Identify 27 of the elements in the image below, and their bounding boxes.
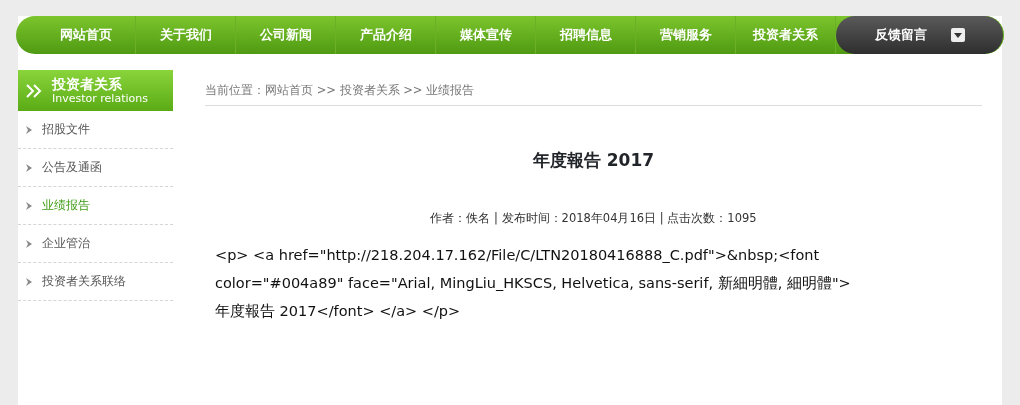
- sidebar-item[interactable]: 投资者关系联络: [18, 263, 173, 301]
- article-body: <p> <a href="http://218.204.17.162/File/C/LTN20180416888_C.pdf">&nbsp;<font color="#004a89" face="Arial, MingLiu_HKSCS, Helvetica, sans-serif, 新細明體, 細明體">年度報告 2017</font> </a> </p>: [215, 246, 852, 321]
- nav-link[interactable]: 网站首页: [36, 16, 136, 54]
- nav-link[interactable]: 招聘信息: [536, 16, 636, 54]
- double-chevron-icon: [26, 83, 42, 98]
- chevron-icon: [26, 277, 32, 286]
- sidebar-subtitle: Investor relations: [52, 92, 148, 105]
- nav-link[interactable]: 产品介绍: [336, 16, 436, 54]
- nav-link[interactable]: 投资者关系: [736, 16, 836, 54]
- article-title: 年度報告 2017: [531, 149, 656, 173]
- chevron-icon: [26, 201, 32, 210]
- sidebar-item[interactable]: 公告及通函: [18, 149, 173, 187]
- breadcrumb: 当前位置：网站首页 >> 投资者关系 >> 业绩报告: [205, 70, 982, 107]
- sidebar-title: 投资者关系: [52, 76, 123, 92]
- nav-link[interactable]: 媒体宣传: [436, 16, 536, 54]
- dropdown-icon: [950, 28, 965, 42]
- nav-link[interactable]: 公司新闻: [236, 16, 336, 54]
- nav-link[interactable]: 关于我们: [136, 16, 236, 54]
- nav-dropdown[interactable]: 反馈留言: [836, 16, 1004, 54]
- chevron-icon: [26, 163, 32, 172]
- sidebar-item[interactable]: 招股文件: [18, 111, 173, 149]
- article-meta: 作者：佚名 | 发布时间：2018年04月16日 | 点击次数：1095: [429, 209, 758, 227]
- nav-link[interactable]: 营销服务: [636, 16, 736, 54]
- chevron-icon: [26, 239, 32, 248]
- sidebar-item[interactable]: 业绩报告: [18, 187, 173, 225]
- chevron-icon: [26, 125, 32, 134]
- sidebar-item[interactable]: 企业管治: [18, 225, 173, 263]
